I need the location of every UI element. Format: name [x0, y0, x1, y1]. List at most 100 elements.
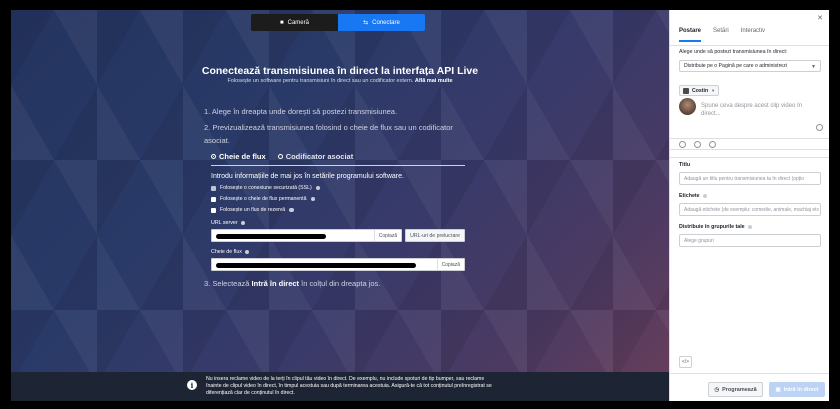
live-producer-window: ■ Cameră ⇆ Conectare Conectează transmis…	[11, 10, 829, 401]
schedule-label: Programează	[722, 386, 757, 393]
server-url-label: URL server	[211, 220, 465, 226]
info-icon[interactable]	[240, 220, 246, 226]
ads-notice-text: Nu insera reclame video de la terți în c…	[206, 376, 492, 396]
stream-key-row: Copiază	[211, 258, 465, 271]
persistent-key-checkbox[interactable]	[211, 196, 216, 202]
step-3-post: în colțul din dreapta jos.	[301, 279, 381, 288]
post-description-input[interactable]: Spune ceva despre acest clip video în di…	[701, 102, 821, 118]
server-url-row: Copiază URL-uri de prelucrare	[211, 229, 465, 242]
info-icon: i	[187, 380, 197, 390]
feeling-icon[interactable]	[679, 141, 686, 148]
avatar	[679, 98, 696, 115]
tab-paired-encoder[interactable]: Codificator asociat	[277, 152, 354, 161]
preview-stage: ■ Cameră ⇆ Conectare Conectează transmis…	[11, 10, 669, 401]
radio-icon	[277, 154, 283, 159]
groups-label: Distribuie în grupurile tale	[679, 224, 753, 230]
info-icon[interactable]	[747, 224, 753, 230]
persistent-key-label: Folosește o cheie de flux permanentă	[220, 196, 307, 202]
tag-people-icon[interactable]	[709, 141, 716, 148]
tab-stream-key[interactable]: Cheie de flux	[211, 152, 266, 161]
post-actions-row	[670, 138, 829, 150]
redacted-value	[216, 263, 416, 268]
schedule-button[interactable]: ◷ Programează	[708, 382, 763, 397]
sidebar-tabs: Postare Setări Interactiv	[679, 28, 765, 42]
divider	[670, 45, 829, 46]
post-sidebar: ✕ Postare Setări Interactiv Alege unde s…	[669, 10, 829, 401]
clock-icon: ◷	[714, 386, 720, 393]
groups-input[interactable]: Alege grupuri	[679, 234, 821, 247]
tab-interactive[interactable]: Interactiv	[741, 28, 765, 42]
subtitle-text: Folosește un software pentru transmisiun…	[227, 78, 414, 84]
tab-settings[interactable]: Setări	[713, 28, 729, 42]
copy-stream-key-button[interactable]: Copiază	[436, 259, 464, 270]
tags-label: Etichete	[679, 193, 708, 199]
info-icon[interactable]	[310, 196, 316, 202]
radio-selected-icon	[211, 154, 216, 159]
post-destination-label: Alege unde să postezi transmisiunea în d…	[679, 49, 788, 55]
post-destination-value: Distribuie pe o Pagină pe care o adminis…	[684, 63, 787, 69]
backup-stream-label: Folosește un flux de rezervă	[220, 207, 286, 213]
title-label-text: Titlu	[679, 162, 691, 168]
groups-label-text: Distribuie în grupurile tale	[679, 224, 745, 230]
page-avatar	[683, 87, 689, 94]
learn-more-link[interactable]: Află mai multe	[415, 78, 453, 84]
info-icon[interactable]	[244, 249, 250, 255]
chevron-down-icon: ▼	[711, 88, 716, 93]
persistent-key-option[interactable]: Folosește o cheie de flux permanentă	[211, 196, 465, 202]
preview-urls-button[interactable]: URL-uri de prelucrare	[405, 229, 465, 242]
tags-input[interactable]: Adaugă etichete (de exemplu: comedie, an…	[679, 203, 821, 216]
step-1: 1. Alege în dreapta unde dorești să post…	[204, 107, 398, 116]
camera-label: Cameră	[287, 19, 309, 26]
server-url-label-text: URL server	[211, 220, 238, 226]
live-icon: ▣	[775, 386, 781, 393]
video-camera-icon: ■	[280, 19, 284, 26]
stream-key-label-text: Cheie de flux	[211, 249, 242, 255]
divider	[670, 157, 829, 158]
post-destination-select[interactable]: Distribuie pe o Pagină pe care o adminis…	[679, 60, 821, 72]
backup-stream-checkbox[interactable]	[211, 207, 216, 213]
chevron-down-icon: ▼	[811, 64, 816, 70]
go-live-button[interactable]: ▣ Intră în direct	[769, 382, 825, 397]
settings-intro: Introdu informațiile de mai jos în setăr…	[211, 173, 404, 180]
emoji-icon[interactable]	[816, 124, 823, 131]
source-toggle: ■ Cameră ⇆ Conectare	[251, 14, 425, 31]
tab-stream-key-label: Cheie de flux	[219, 152, 266, 161]
stream-key-field[interactable]: Copiază	[211, 258, 465, 271]
redacted-value	[216, 234, 326, 239]
step-3-pre: 3. Selectează	[204, 279, 250, 288]
close-icon[interactable]: ✕	[817, 14, 823, 22]
info-icon[interactable]	[289, 207, 294, 213]
backup-stream-option[interactable]: Folosește un flux de rezervă	[211, 207, 465, 213]
ssl-label: Folosește o conexiune securizată (SSL)	[220, 185, 312, 191]
connect-label: Conectare	[372, 19, 400, 26]
go-live-label: Intră în direct	[783, 386, 819, 393]
tags-label-text: Etichete	[679, 193, 700, 199]
camera-tab[interactable]: ■ Cameră	[251, 14, 338, 31]
step-3-bold: Intră în direct	[251, 279, 300, 288]
copy-server-url-button[interactable]: Copiază	[373, 230, 401, 241]
connect-tab[interactable]: ⇆ Conectare	[338, 14, 425, 31]
page-subtitle: Folosește un software pentru transmisiun…	[11, 78, 669, 84]
location-icon[interactable]	[694, 141, 701, 148]
info-icon[interactable]	[315, 185, 321, 191]
divider	[670, 373, 829, 374]
connection-icon: ⇆	[363, 20, 369, 26]
setup-tabs: Cheie de flux Codificator asociat	[211, 152, 465, 166]
step-2: 2. Previzualizează transmisiunea folosin…	[204, 123, 453, 145]
title-input[interactable]: Adaugă un titlu pentru transmisiunea ta …	[679, 172, 821, 185]
code-icon[interactable]: </>	[679, 356, 692, 368]
title-label: Titlu	[679, 162, 690, 168]
ssl-checkbox[interactable]	[211, 185, 216, 191]
page-name: Costin	[692, 87, 709, 94]
step-3: 3. Selectează Intră în direct în colțul …	[204, 277, 380, 290]
ssl-option[interactable]: Folosește o conexiune securizată (SSL)	[211, 185, 465, 191]
page-selector[interactable]: Costin ▼	[679, 85, 719, 96]
tab-post[interactable]: Postare	[679, 28, 701, 42]
info-icon[interactable]	[702, 193, 708, 199]
stream-key-label: Cheie de flux	[211, 249, 465, 255]
server-url-field[interactable]: Copiază	[211, 229, 403, 242]
tab-paired-encoder-label: Codificator asociat	[285, 152, 354, 161]
ads-notice-bar: i Nu insera reclame video de la terți în…	[11, 372, 669, 401]
stream-settings-panel: Cheie de flux Codificator asociat Introd…	[211, 152, 465, 271]
page-title: Conectează transmisiunea în direct la in…	[201, 65, 479, 77]
